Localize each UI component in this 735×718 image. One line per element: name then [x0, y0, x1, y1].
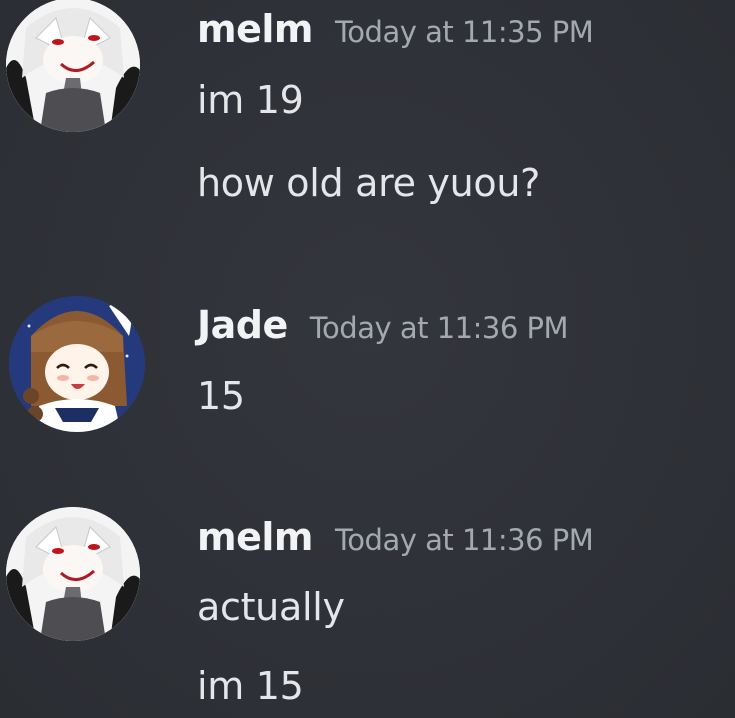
timestamp[interactable]: Today at 11:35 PM — [335, 15, 594, 49]
message-text: 15 — [197, 374, 245, 418]
message-text: how old are yuou? — [197, 161, 541, 205]
avatar-jade[interactable] — [9, 296, 145, 432]
avatar-melm-icon — [6, 0, 140, 132]
username[interactable]: melm — [197, 515, 314, 559]
message-text: im 15 — [197, 664, 304, 708]
username[interactable]: melm — [197, 7, 314, 51]
message-text: actually — [197, 585, 345, 629]
message-header: melm Today at 11:36 PM — [197, 515, 594, 559]
avatar-melm[interactable] — [6, 507, 140, 641]
chat-message-list: melm Today at 11:35 PM im 19 how old are … — [0, 0, 735, 718]
message-text: im 19 — [197, 78, 304, 122]
username[interactable]: Jade — [197, 303, 288, 347]
avatar-melm-icon — [6, 507, 140, 641]
message-header: Jade Today at 11:36 PM — [197, 303, 569, 347]
avatar-jade-icon — [9, 296, 145, 432]
avatar-melm[interactable] — [6, 0, 140, 132]
timestamp[interactable]: Today at 11:36 PM — [335, 523, 594, 557]
message-header: melm Today at 11:35 PM — [197, 7, 594, 51]
timestamp[interactable]: Today at 11:36 PM — [310, 311, 569, 345]
